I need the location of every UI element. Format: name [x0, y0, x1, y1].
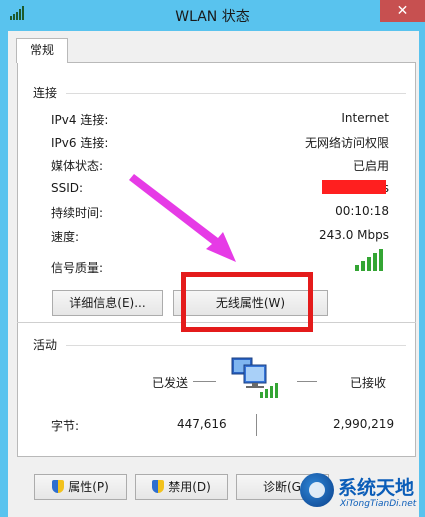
activity-section-label: 活动 [33, 338, 58, 352]
duration-label: 持续时间: [51, 206, 104, 220]
close-button[interactable]: ✕ [380, 0, 425, 22]
ipv6-value: 无网络访问权限 [304, 136, 389, 150]
signal-bar [379, 249, 383, 271]
received-connector-line [297, 381, 317, 382]
details-button[interactable]: 详细信息(E)... [52, 290, 163, 316]
sent-label: 已发送 [152, 376, 189, 390]
watermark-logo-icon [300, 473, 334, 507]
ipv4-value: Internet [341, 111, 389, 125]
ipv6-label: IPv6 连接: [51, 136, 109, 150]
signal-bar [355, 265, 359, 271]
received-label: 已接收 [350, 376, 387, 390]
ssid-redaction [322, 180, 386, 194]
signal-bars-icon [355, 249, 385, 271]
watermark: 系统天地 XiTongTianDi.net [296, 467, 425, 517]
disable-button-label: 禁用(D) [168, 480, 211, 494]
properties-button-label: 属性(P) [68, 480, 109, 494]
bytes-label: 字节: [51, 419, 80, 433]
media-state-value: 已启用 [352, 159, 389, 173]
bytes-sent-value: 447,616 [177, 417, 227, 431]
properties-button[interactable]: 属性(P) [34, 474, 127, 500]
connection-divider [66, 93, 406, 94]
title-bar: WLAN 状态 ✕ [0, 0, 425, 31]
network-computer-icon [231, 357, 278, 398]
signal-quality-label: 信号质量: [51, 261, 104, 275]
media-state-label: 媒体状态: [51, 159, 104, 173]
activity-divider [66, 345, 406, 346]
ipv4-label: IPv4 连接: [51, 113, 109, 127]
signal-bar [361, 261, 365, 271]
ssid-label: SSID: [51, 181, 84, 195]
duration-value: 00:10:18 [335, 204, 389, 218]
window-title: WLAN 状态 [175, 9, 250, 25]
speed-value: 243.0 Mbps [318, 228, 389, 242]
speed-label: 速度: [51, 230, 80, 244]
watermark-title: 系统天地 [338, 477, 415, 499]
connection-section-label: 连接 [33, 86, 58, 100]
disable-button[interactable]: 禁用(D) [135, 474, 228, 500]
shield-icon [52, 480, 65, 493]
sent-connector-line [193, 381, 216, 382]
window-frame-right [419, 31, 425, 517]
signal-bar [367, 257, 371, 271]
close-icon: ✕ [396, 3, 409, 19]
shield-icon [152, 480, 165, 493]
red-highlight-box [181, 272, 313, 332]
bytes-received-value: 2,990,219 [333, 417, 395, 431]
signal-bar [373, 253, 377, 271]
watermark-subtitle: XiTongTianDi.net [340, 499, 417, 509]
window-frame-left [0, 31, 8, 517]
bytes-divider [256, 414, 257, 436]
tab-general[interactable]: 常规 [16, 38, 68, 63]
